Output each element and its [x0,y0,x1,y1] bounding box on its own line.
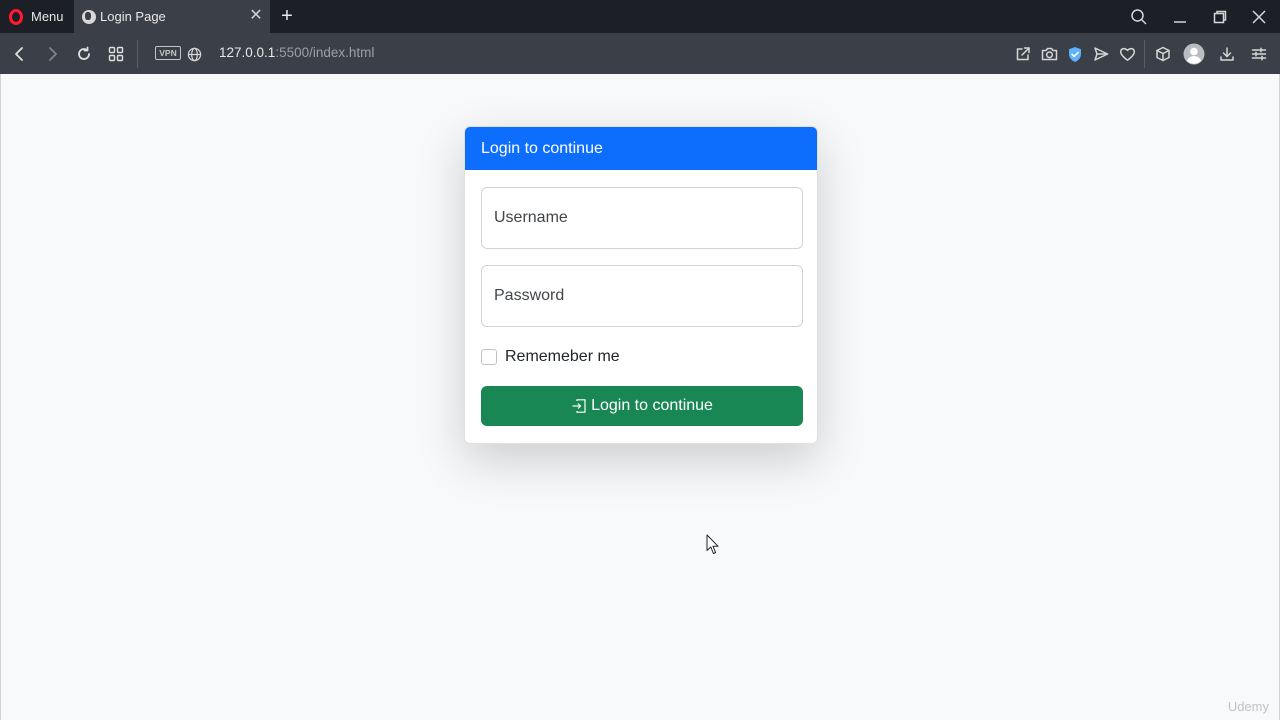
snapshot-button[interactable] [1036,41,1062,67]
camera-icon [1041,47,1057,61]
heart-icon [1119,47,1135,61]
toolbar-divider [1144,40,1145,68]
watermark: Udemy [1227,699,1269,714]
close-window-button[interactable] [1241,0,1277,33]
adblock-button[interactable] [1062,41,1088,67]
bookmark-button[interactable] [1114,41,1140,67]
close-icon [1252,9,1266,24]
password-input[interactable] [482,266,802,326]
new-tab-button[interactable]: + [276,4,298,28]
search-tabs-button[interactable] [1121,0,1157,33]
restore-button[interactable] [1202,0,1238,33]
search-icon [1131,8,1147,25]
vpn-badge[interactable]: VPN [155,46,181,60]
minimize-button[interactable] [1162,0,1198,33]
card-header: Login to continue [465,127,817,170]
browser-menu-button[interactable]: Menu [0,0,74,33]
url-host: 127.0.0.1 [219,45,276,60]
restore-icon [1213,10,1227,23]
reload-icon [78,46,90,60]
settings-sliders-icon [1251,47,1267,61]
shield-icon [1069,46,1081,62]
address-field[interactable]: 127.0.0.1:5500/index.html [219,45,374,60]
back-arrow-icon [15,47,23,61]
cube-icon [1156,46,1170,62]
close-tab-icon[interactable]: ✕ [248,8,264,24]
send-button[interactable] [1088,41,1114,67]
back-button[interactable] [7,41,33,67]
login-button-label: Login to continue [591,397,713,414]
send-icon [1094,47,1109,61]
share-button[interactable] [1010,41,1036,67]
tab-strip: Menu Login Page ✕ + [0,0,1280,33]
globe-icon [187,47,201,61]
remember-checkbox[interactable] [481,349,497,365]
remember-row: Rememeber me [481,347,620,367]
grid-icon [108,46,124,62]
login-button[interactable]: Login to continue [481,386,803,426]
download-icon [1220,47,1234,61]
share-icon [1016,47,1030,61]
login-icon [572,399,586,413]
username-field-wrapper [481,187,803,249]
address-toolbar: VPN 127.0.0.1:5500/index.html [0,33,1280,74]
password-field-wrapper [481,265,803,327]
mouse-cursor-icon [706,534,719,554]
extensions-button[interactable] [1150,41,1176,67]
profile-button[interactable] [1181,41,1207,67]
url-path: :5500/index.html [275,45,375,60]
speed-dial-button[interactable] [103,41,129,67]
forward-button[interactable] [39,41,65,67]
forward-arrow-icon [49,47,57,61]
opera-logo-icon [9,8,23,25]
page-viewport: Login to continue Rememeber me Login to … [0,74,1280,720]
site-info-button[interactable] [181,41,207,67]
minimize-icon [1174,20,1186,23]
globe-icon [82,9,96,24]
avatar-icon [1183,43,1205,65]
easy-setup-button[interactable] [1246,41,1272,67]
tab-login-page[interactable]: Login Page ✕ [74,0,270,33]
username-input[interactable] [482,188,802,248]
reload-button[interactable] [71,41,97,67]
toolbar-divider [137,40,138,68]
downloads-button[interactable] [1214,41,1240,67]
browser-menu-label: Menu [31,9,64,24]
login-card: Login to continue Rememeber me Login to … [464,126,818,444]
remember-label[interactable]: Rememeber me [505,348,620,366]
tab-title: Login Page [100,9,166,24]
